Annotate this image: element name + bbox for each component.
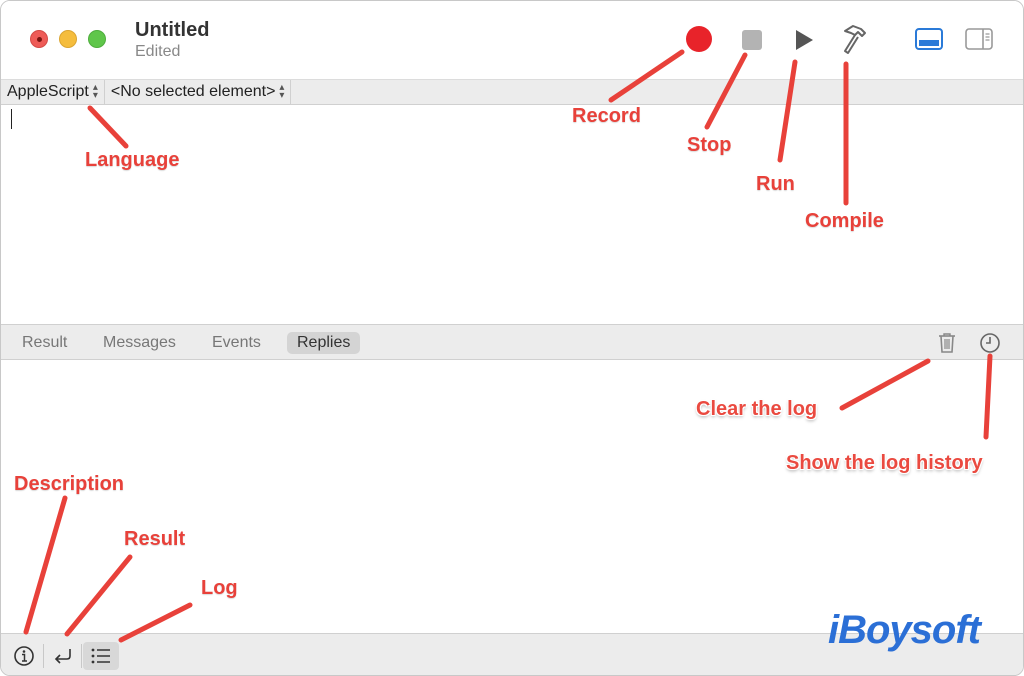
tab-events[interactable]: Events: [202, 332, 271, 354]
zoom-window-button[interactable]: [88, 30, 106, 48]
return-arrow-icon: [54, 649, 71, 664]
script-editor-area[interactable]: [1, 105, 1023, 324]
compile-button[interactable]: [839, 23, 873, 55]
stop-button[interactable]: [739, 27, 765, 53]
clear-log-button[interactable]: [935, 331, 959, 355]
run-button[interactable]: [791, 27, 817, 53]
element-label: <No selected element>: [110, 83, 276, 100]
close-window-button[interactable]: [30, 30, 48, 48]
script-editor-window: Untitled Edited AppleScript ▴ ▾ <No sele…: [0, 0, 1024, 676]
bottom-pane-icon: [915, 28, 943, 50]
log-history-button[interactable]: [978, 331, 1002, 355]
sidebar-icon: [965, 28, 993, 50]
up-down-chevron-icon: ▴ ▾: [92, 82, 98, 101]
log-button[interactable]: [83, 642, 119, 670]
log-tab-bar: Result Messages Events Replies: [1, 324, 1023, 360]
tab-messages[interactable]: Messages: [93, 332, 186, 354]
result-button[interactable]: [45, 642, 81, 670]
clock-icon: [980, 333, 1000, 353]
element-popup[interactable]: <No selected element> ▴ ▾: [105, 80, 292, 104]
record-button[interactable]: [685, 25, 713, 53]
bottom-bar: [1, 633, 1023, 675]
description-button[interactable]: [6, 642, 42, 670]
bottom-divider: [43, 644, 44, 668]
hammer-icon: [844, 25, 866, 54]
language-popup[interactable]: AppleScript ▴ ▾: [1, 80, 105, 104]
document-status: Edited: [135, 43, 181, 60]
trash-icon: [939, 333, 955, 353]
stop-icon: [742, 30, 762, 50]
play-icon: [796, 30, 813, 50]
language-label: AppleScript: [7, 83, 89, 100]
navigation-bar: AppleScript ▴ ▾ <No selected element> ▴ ▾: [1, 79, 1023, 105]
minimize-window-button[interactable]: [59, 30, 77, 48]
up-down-chevron-icon: ▴ ▾: [279, 82, 285, 101]
tab-replies[interactable]: Replies: [287, 332, 361, 354]
log-pane: [1, 360, 1023, 633]
show-sidebar-button[interactable]: [963, 25, 995, 53]
tab-result[interactable]: Result: [12, 332, 77, 354]
info-icon: [14, 646, 34, 666]
text-cursor: [11, 109, 12, 129]
bottom-divider: [81, 644, 82, 668]
list-icon: [91, 648, 110, 664]
document-title: Untitled: [135, 19, 210, 41]
title-bar: Untitled Edited: [1, 1, 1023, 79]
show-log-pane-button[interactable]: [913, 25, 945, 53]
record-icon: [686, 26, 712, 52]
